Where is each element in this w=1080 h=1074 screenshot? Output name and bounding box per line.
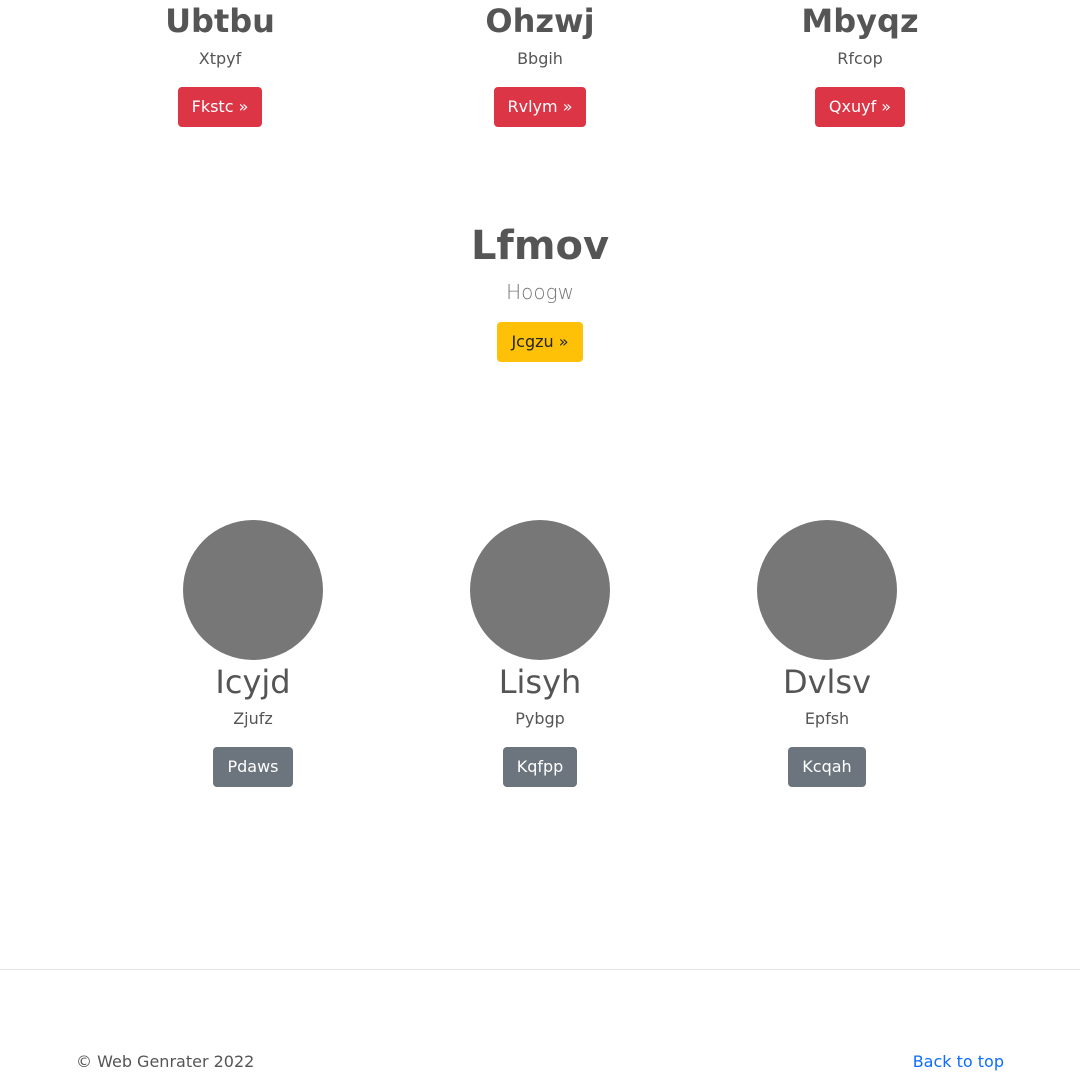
feature-card-1: Ubtbu Xtpyf Fkstc » [120, 1, 320, 127]
team-subtitle: Epfsh [804, 709, 850, 728]
feature-subtitle: Bbgih [517, 49, 563, 68]
team-card-1: Icyjd Zjufz Pdaws [153, 520, 353, 787]
feature-button[interactable]: Qxuyf » [814, 87, 906, 127]
footer-copyright: © Web Genrater 2022 [76, 1052, 255, 1071]
feature-button[interactable]: Fkstc » [177, 87, 263, 127]
hero-title: Lfmov [470, 223, 610, 269]
feature-subtitle: Xtpyf [198, 49, 242, 68]
hero-button[interactable]: Jcgzu » [497, 322, 583, 362]
feature-card-3: Mbyqz Rfcop Qxuyf » [760, 1, 960, 127]
feature-card-2: Ohzwj Bbgih Rvlym » [440, 1, 640, 127]
team-button[interactable]: Kcqah [788, 747, 866, 787]
team-name: Dvlsv [782, 663, 872, 701]
back-to-top-link[interactable]: Back to top [913, 1052, 1004, 1072]
feature-subtitle: Rfcop [837, 49, 883, 68]
feature-title: Ubtbu [165, 2, 275, 40]
team-subtitle: Pybgp [515, 709, 565, 728]
hero-subtitle: Hoogw [506, 280, 574, 304]
feature-title: Mbyqz [801, 2, 919, 40]
team-button[interactable]: Kqfpp [502, 747, 578, 787]
hero-section: Lfmov Hoogw Jcgzu » [340, 221, 740, 362]
avatar [470, 520, 610, 660]
team-button[interactable]: Pdaws [213, 747, 293, 787]
team-card-2: Lisyh Pybgp Kqfpp [440, 520, 640, 787]
team-subtitle: Zjufz [233, 709, 273, 728]
footer-divider [0, 969, 1080, 970]
feature-button[interactable]: Rvlym » [493, 87, 587, 127]
team-name: Lisyh [498, 663, 582, 701]
team-name: Icyjd [215, 663, 291, 701]
team-card-3: Dvlsv Epfsh Kcqah [727, 520, 927, 787]
avatar [183, 520, 323, 660]
feature-title: Ohzwj [485, 2, 595, 40]
avatar [757, 520, 897, 660]
